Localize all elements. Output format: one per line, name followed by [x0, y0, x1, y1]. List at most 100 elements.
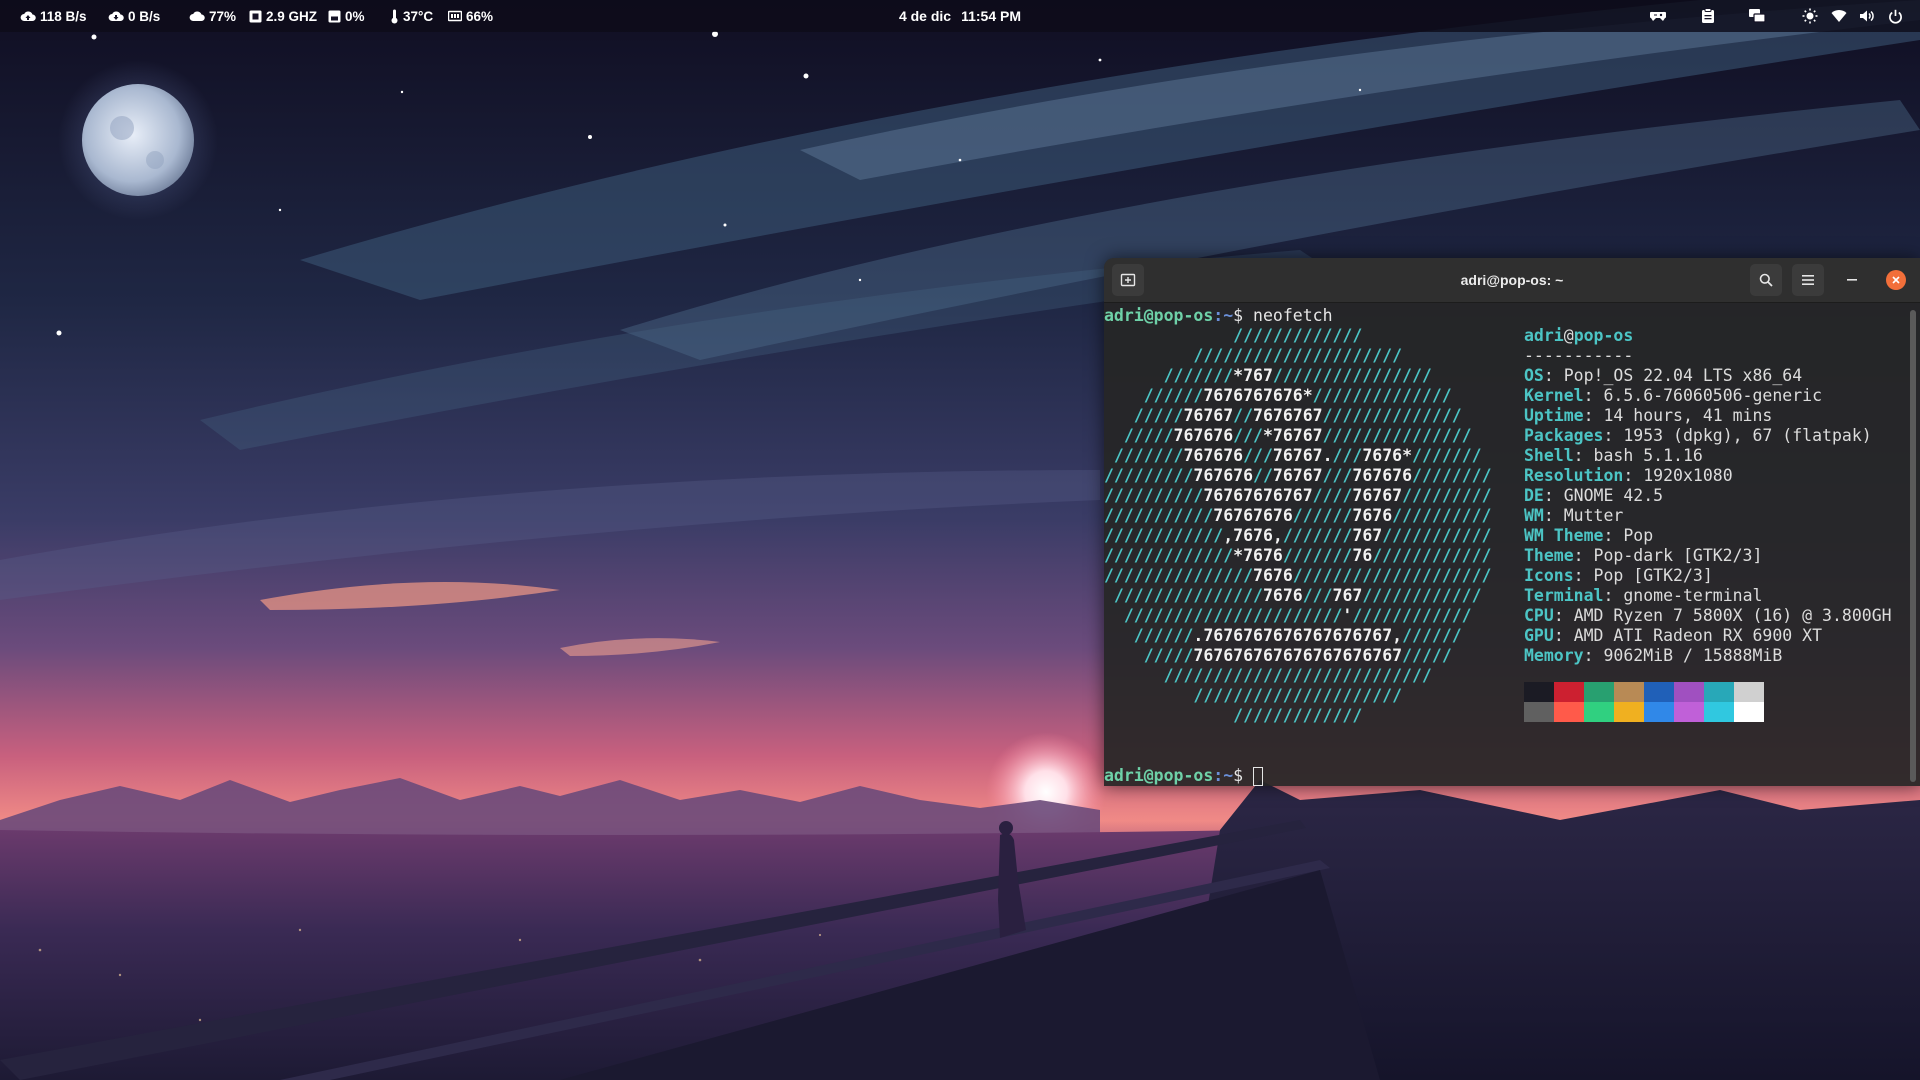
cloud-icon — [189, 11, 205, 21]
info-value: Pop!_OS 22.04 LTS x86_64 — [1563, 366, 1803, 385]
power-icon[interactable] — [1885, 6, 1905, 26]
logo-line: //////////////////////'//////////// — [1104, 606, 1472, 625]
info-key: Icons — [1524, 566, 1574, 585]
color-swatch — [1674, 682, 1704, 702]
net-upload-stat[interactable]: 118 B/s — [20, 0, 87, 32]
logo-line: ///////*767//////////////// — [1104, 366, 1432, 385]
info-line: Kernel: 6.5.6-76060506-generic — [1524, 386, 1823, 405]
color-swatch — [1734, 682, 1764, 702]
logo-line: ///////////////////// — [1104, 686, 1403, 705]
info-key: Uptime — [1524, 406, 1584, 425]
info-key: Resolution — [1524, 466, 1624, 485]
prompt-symbol: $ — [1233, 766, 1244, 785]
info-value: Mutter — [1563, 506, 1624, 525]
info-value: Pop — [1623, 526, 1654, 545]
terminal-headerbar[interactable]: adri@pop-os: ~ — [1104, 258, 1920, 303]
info-line: GPU: AMD ATI Radeon RX 6900 XT — [1524, 626, 1823, 645]
clock-time: 11:54 PM — [961, 8, 1022, 24]
logo-line: ///////////// — [1104, 706, 1363, 725]
info-line: Shell: bash 5.1.16 — [1524, 446, 1703, 465]
search-button[interactable] — [1750, 264, 1782, 296]
info-header: adri@pop-os — [1524, 326, 1633, 346]
clock-button[interactable]: 4 de dic 11:54 PM — [860, 0, 1060, 32]
cpu-icon — [249, 10, 262, 22]
terminal-title: adri@pop-os: ~ — [1460, 272, 1564, 288]
color-swatch — [1704, 682, 1734, 702]
cloud-download-icon — [108, 11, 124, 21]
logo-line: ///////////////7676///767//////////// — [1104, 586, 1482, 605]
terminal-output[interactable]: adri@pop-os:~$ neofetch ///////////// //… — [1104, 302, 1920, 786]
logo-line: ////////////,7676,///////767/////////// — [1104, 526, 1492, 545]
screens-icon[interactable] — [1747, 6, 1767, 26]
info-key: Shell — [1524, 446, 1574, 465]
net-download-value: 0 B/s — [128, 8, 161, 24]
disk-stat[interactable]: 0% — [328, 0, 365, 32]
info-line: WM Theme: Pop — [1524, 526, 1654, 545]
clipboard-icon[interactable] — [1698, 6, 1718, 26]
info-key: Kernel — [1524, 386, 1584, 405]
info-value: 9062MiB / 15888MiB — [1603, 646, 1783, 665]
logo-line: /////////////*7676///////76//////////// — [1104, 546, 1492, 565]
color-swatch — [1704, 702, 1734, 722]
color-swatch — [1614, 702, 1644, 722]
info-line: OS: Pop!_OS 22.04 LTS x86_64 — [1524, 366, 1803, 385]
info-value: bash 5.1.16 — [1593, 446, 1703, 465]
info-line: Resolution: 1920x1080 — [1524, 466, 1733, 485]
minimize-button[interactable] — [1842, 270, 1862, 290]
active-prompt-line[interactable]: adri@pop-os:~$ — [1104, 766, 1243, 786]
info-line: CPU: AMD Ryzen 7 5800X (16) @ 3.800GH — [1524, 606, 1892, 625]
color-swatch — [1644, 702, 1674, 722]
top-panel: 118 B/s 0 B/s 77% 2.9 GHZ 0% 37°C 66% 4 … — [0, 0, 1920, 32]
wifi-icon[interactable] — [1829, 6, 1849, 26]
command-line: adri@pop-os:~$ neofetch — [1104, 306, 1333, 326]
terminal-window[interactable]: adri@pop-os: ~ adri@pop-os:~$ neofetch /… — [1104, 258, 1920, 786]
info-key: WM — [1524, 506, 1544, 525]
info-separator: ----------- — [1524, 346, 1634, 365]
logo-line: ///////767676///76767.///7676*/////// — [1104, 446, 1482, 465]
logo-line: ///////////76767676//////7676////////// — [1104, 506, 1492, 525]
info-key: Packages — [1524, 426, 1604, 445]
info-line: Theme: Pop-dark [GTK2/3] — [1524, 546, 1763, 565]
scrollbar[interactable] — [1910, 310, 1916, 782]
logo-line: //////.7676767676767676767,////// — [1104, 626, 1462, 645]
info-value: 6.5.6-76060506-generic — [1603, 386, 1823, 405]
desktop: 118 B/s 0 B/s 77% 2.9 GHZ 0% 37°C 66% 4 … — [0, 0, 1920, 1080]
info-key: CPU — [1524, 606, 1554, 625]
color-swatch — [1524, 702, 1554, 722]
game-controller-icon[interactable] — [1648, 6, 1668, 26]
prompt-user: adri@pop-os — [1104, 766, 1214, 785]
disk-value: 0% — [345, 8, 365, 24]
close-icon — [1892, 276, 1900, 284]
info-at: @ — [1563, 326, 1574, 345]
memory-icon — [448, 10, 462, 22]
info-key: Terminal — [1524, 586, 1604, 605]
info-host: pop-os — [1573, 326, 1634, 345]
volume-icon[interactable] — [1857, 6, 1877, 26]
cloud-stat[interactable]: 77% — [189, 0, 236, 32]
prompt-path: :~ — [1213, 306, 1234, 325]
net-download-stat[interactable]: 0 B/s — [108, 0, 160, 32]
info-value: AMD ATI Radeon RX 6900 XT — [1573, 626, 1823, 645]
logo-line: ///////////////7676//////////////////// — [1104, 566, 1492, 585]
close-button[interactable] — [1886, 270, 1906, 290]
cpu-value: 2.9 GHZ — [266, 8, 318, 24]
info-value: 1920x1080 — [1643, 466, 1733, 485]
info-key: Theme — [1524, 546, 1574, 565]
new-tab-button[interactable] — [1112, 264, 1144, 296]
hamburger-menu-icon — [1802, 275, 1814, 285]
info-value: 1953 (dpkg), 67 (flatpak) — [1623, 426, 1872, 445]
memory-stat[interactable]: 66% — [448, 0, 493, 32]
color-swatch — [1554, 702, 1584, 722]
cloud-value: 77% — [209, 8, 237, 24]
info-value: 14 hours, 41 mins — [1603, 406, 1773, 425]
disk-icon — [328, 10, 341, 22]
search-icon — [1759, 273, 1773, 287]
brightness-icon[interactable] — [1800, 6, 1820, 26]
logo-line: //////////76767676767////76767///////// — [1104, 486, 1492, 505]
info-key: GPU — [1524, 626, 1554, 645]
info-value: gnome-terminal — [1623, 586, 1763, 605]
temperature-stat[interactable]: 37°C — [390, 0, 433, 32]
color-swatch — [1554, 682, 1584, 702]
menu-button[interactable] — [1792, 264, 1824, 296]
cpu-stat[interactable]: 2.9 GHZ — [249, 0, 317, 32]
